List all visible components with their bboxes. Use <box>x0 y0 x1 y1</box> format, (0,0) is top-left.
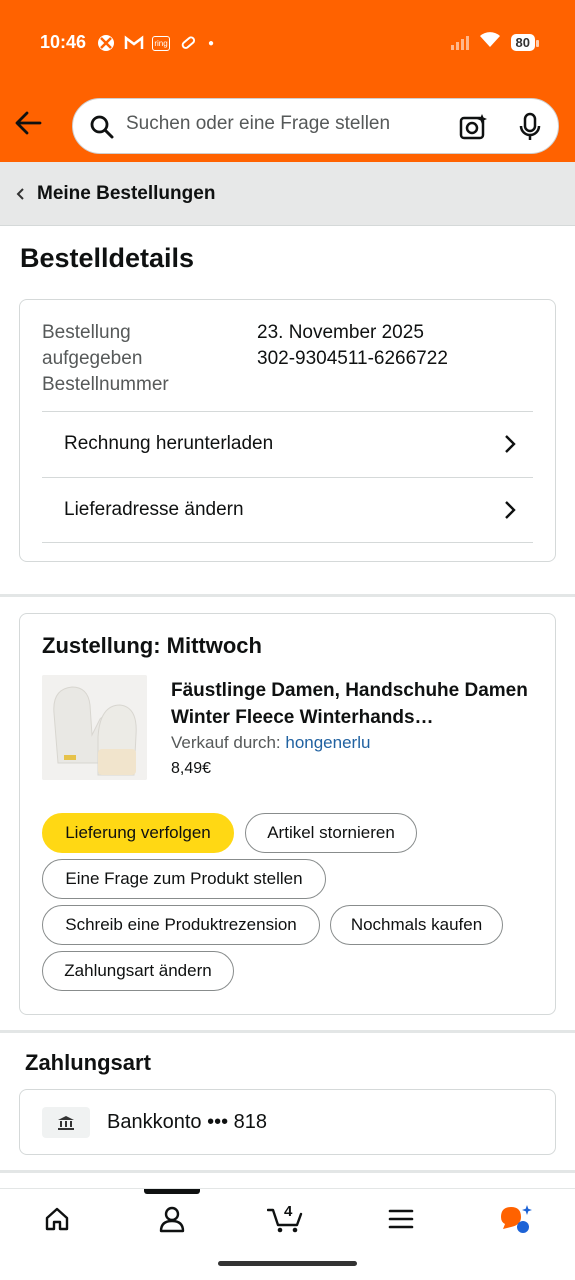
order-labels: Bestellung aufgegeben Bestellnummer <box>42 320 169 398</box>
bottom-navigation <box>0 1188 575 1280</box>
camera-search-icon[interactable] <box>458 112 488 147</box>
status-bar: 10:46 ring ● 80 <box>0 0 575 86</box>
change-payment-button[interactable]: Zahlungsart ändern <box>42 951 234 991</box>
seller-label: Verkauf durch: <box>171 733 281 752</box>
change-address-link[interactable]: Lieferadresse ändern <box>42 477 533 543</box>
payment-method: Bankkonto ••• 818 <box>107 1111 267 1133</box>
ring-app-icon: ring <box>152 35 170 51</box>
seller-link[interactable]: hongenerlu <box>285 733 370 752</box>
menu-icon <box>387 1207 415 1236</box>
rufus-assistant-icon <box>497 1203 535 1240</box>
label-order-number: Bestellnummer <box>42 374 169 395</box>
chevron-right-icon <box>503 434 517 459</box>
track-delivery-button[interactable]: Lieferung verfolgen <box>42 813 234 853</box>
home-indicator[interactable] <box>218 1261 357 1266</box>
more-notifications-dot-icon: ● <box>207 37 215 49</box>
order-date: 23. November 2025 <box>257 322 424 343</box>
cart-count-badge: 4 <box>284 1203 293 1220</box>
breadcrumb-label: Meine Bestellungen <box>37 183 216 204</box>
app-header: 10:46 ring ● 80 <box>0 0 575 162</box>
system-status-icons: 80 <box>450 31 540 54</box>
order-values: 23. November 2025 302-9304511-6266722 <box>257 320 448 372</box>
product-image[interactable] <box>42 675 147 780</box>
payment-card[interactable]: Bankkonto ••• 818 <box>19 1089 556 1155</box>
delivery-card: Zustellung: Mittwoch Fäustlinge Damen, H… <box>19 613 556 1015</box>
home-icon <box>43 1205 71 1238</box>
section-divider <box>0 594 575 597</box>
back-arrow-icon[interactable] <box>14 110 44 138</box>
xbox-icon <box>96 33 116 53</box>
product-title[interactable]: Fäustlinge Damen, Handschuhe Damen Winte… <box>171 677 541 731</box>
chevron-left-icon <box>16 187 26 204</box>
status-time: 10:46 <box>40 32 87 52</box>
ask-question-button[interactable]: Eine Frage zum Produkt stellen <box>42 859 326 899</box>
page-title: Bestelldetails <box>20 243 195 273</box>
user-icon <box>158 1205 186 1238</box>
microphone-icon[interactable] <box>518 112 542 147</box>
delivery-title: Zustellung: Mittwoch <box>42 633 262 658</box>
label-placed: aufgegeben <box>42 348 143 369</box>
cancel-item-button[interactable]: Artikel stornieren <box>245 813 417 853</box>
section-divider <box>0 1170 575 1173</box>
gmail-icon <box>124 33 144 53</box>
nav-menu[interactable] <box>371 1201 431 1241</box>
order-info-card: Bestellung aufgegeben Bestellnummer 23. … <box>19 299 556 562</box>
search-input[interactable] <box>126 113 426 135</box>
section-divider <box>0 1030 575 1033</box>
search-icon <box>89 114 115 145</box>
write-review-button[interactable]: Schreib eine Produktrezension <box>42 905 320 945</box>
active-tab-indicator <box>144 1189 200 1194</box>
seller-info: Verkauf durch: hongenerlu <box>171 733 370 753</box>
notification-icons: ring ● <box>96 33 216 53</box>
label-order: Bestellung <box>42 322 131 343</box>
bank-icon <box>42 1107 90 1138</box>
breadcrumb[interactable]: Meine Bestellungen <box>0 162 575 226</box>
nav-rufus[interactable] <box>486 1201 546 1241</box>
download-invoice-link[interactable]: Rechnung herunterladen <box>42 411 533 477</box>
wifi-icon <box>479 31 501 54</box>
signal-icon <box>450 35 469 50</box>
nav-home[interactable] <box>27 1201 87 1241</box>
product-price: 8,49€ <box>171 760 212 777</box>
buy-again-button[interactable]: Nochmals kaufen <box>330 905 503 945</box>
change-address-label: Lieferadresse ändern <box>64 499 244 520</box>
pill-icon <box>178 33 198 53</box>
order-number: 302-9304511-6266722 <box>257 348 448 369</box>
search-bar[interactable] <box>72 98 559 154</box>
battery-indicator: 80 <box>510 34 540 51</box>
nav-account[interactable] <box>142 1201 202 1241</box>
download-invoice-label: Rechnung herunterladen <box>64 433 274 454</box>
payment-section-title: Zahlungsart <box>25 1050 151 1075</box>
chevron-right-icon <box>503 500 517 525</box>
